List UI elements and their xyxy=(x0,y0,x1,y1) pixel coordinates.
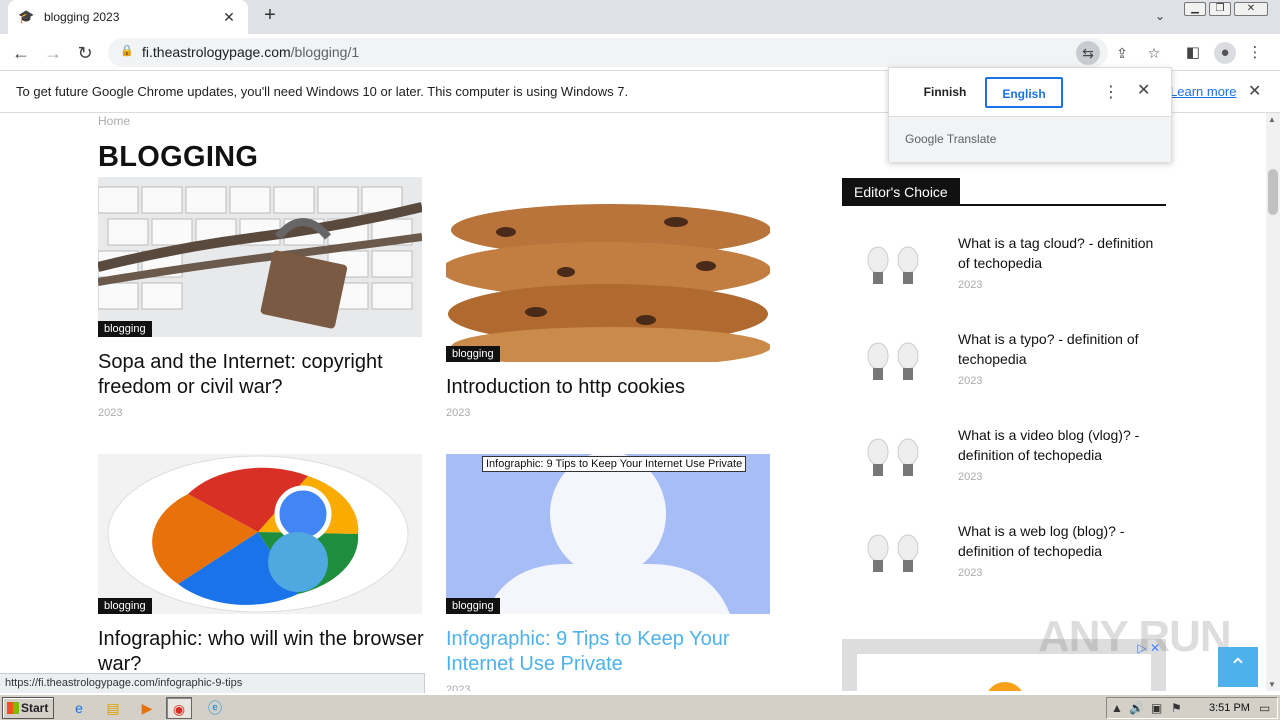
article-title[interactable]: Infographic: who will win the browser wa… xyxy=(98,627,448,677)
category-tag[interactable]: blogging xyxy=(446,346,500,362)
windows-taskbar: Start e ▤ ▶ ◉ ⓔ ▲ 🔊 ▣ ⚑ 3:51 PM ▭ xyxy=(0,694,1280,720)
article-image-keyboard-lock[interactable] xyxy=(98,177,422,337)
taskbar-clock[interactable]: 3:51 PM xyxy=(1209,702,1250,714)
infobar-close-icon[interactable]: ✕ xyxy=(1248,81,1261,101)
infobar-message: To get future Google Chrome updates, you… xyxy=(16,84,629,99)
system-tray: ▲ 🔊 ▣ ⚑ 3:51 PM ▭ xyxy=(1106,697,1278,719)
page-scrollbar[interactable]: ▲ ▼ xyxy=(1266,113,1280,691)
reload-icon[interactable]: ↻ xyxy=(72,40,98,66)
scroll-down-arrow-icon[interactable]: ▼ xyxy=(1268,680,1276,689)
edge-icon[interactable]: ⓔ xyxy=(202,697,228,719)
side-panel-icon[interactable]: ◧ xyxy=(1182,42,1204,64)
translate-options-kebab-icon[interactable]: ⋮ xyxy=(1103,82,1119,102)
address-bar[interactable]: 🔒 fi.theastrologypage.com/blogging/1 ⇆ ⇪… xyxy=(108,38,1160,67)
browser-toolbar: ← → ↻ 🔒 fi.theastrologypage.com/blogging… xyxy=(0,34,1280,71)
google-translate-brand: Google Translate xyxy=(905,132,997,146)
learn-more-link[interactable]: Learn more xyxy=(1170,84,1236,99)
article-date: 2023 xyxy=(446,684,471,691)
back-to-top-button[interactable]: ⌃ xyxy=(1218,647,1258,687)
editors-choice-title[interactable]: What is a typo? - definition of techoped… xyxy=(958,329,1163,369)
minimize-button[interactable]: ▁ xyxy=(1184,2,1206,16)
article-title-hovered[interactable]: Infographic: 9 Tips to Keep Your Interne… xyxy=(446,627,766,677)
translate-close-icon[interactable]: ✕ xyxy=(1137,80,1150,100)
tab-active[interactable]: 🎓 blogging 2023 ✕ xyxy=(8,0,248,34)
article-image-cookies[interactable] xyxy=(446,202,770,362)
maximize-button[interactable]: ❐ xyxy=(1209,2,1231,16)
page-title: BLOGGING xyxy=(98,141,259,173)
lightbulb-thumb-icon[interactable] xyxy=(856,430,946,490)
article-title[interactable]: Sopa and the Internet: copyright freedom… xyxy=(98,350,418,400)
action-center-flag-icon[interactable]: ⚑ xyxy=(1171,701,1182,715)
scroll-up-arrow-icon[interactable]: ▲ xyxy=(1268,115,1276,124)
url-text: fi.theastrologypage.com/blogging/1 xyxy=(142,44,360,60)
translate-icon[interactable]: ⇆ xyxy=(1076,41,1100,65)
file-explorer-icon[interactable]: ▤ xyxy=(100,697,126,719)
lock-icon: 🔒 xyxy=(120,45,134,57)
editors-choice-date: 2023 xyxy=(958,567,983,579)
media-player-icon[interactable]: ▶ xyxy=(134,697,160,719)
forward-arrow-icon[interactable]: → xyxy=(40,40,66,66)
new-tab-button[interactable]: + xyxy=(258,4,282,28)
network-icon[interactable]: ▣ xyxy=(1151,701,1162,715)
article-date: 2023 xyxy=(446,407,471,419)
scroll-thumb[interactable] xyxy=(1268,169,1278,215)
graduation-cap-icon: 🎓 xyxy=(18,9,35,24)
window-close-button[interactable]: ✕ xyxy=(1234,2,1268,16)
back-arrow-icon[interactable]: ← xyxy=(8,40,34,66)
lightbulb-thumb-icon[interactable] xyxy=(856,238,946,298)
link-status-bar: https://fi.theastrologypage.com/infograp… xyxy=(0,673,425,693)
image-tooltip: Infographic: 9 Tips to Keep Your Interne… xyxy=(482,456,747,472)
editors-choice-title[interactable]: What is a video blog (vlog)? - definitio… xyxy=(958,425,1163,465)
lightbulb-thumb-icon[interactable] xyxy=(856,526,946,586)
chrome-taskbar-icon[interactable]: ◉ xyxy=(166,697,192,719)
target-language-tab[interactable]: English xyxy=(985,77,1063,108)
menu-kebab-icon[interactable]: ⋮ xyxy=(1244,42,1266,64)
web-page: Home BLOGGING blogging Sopa and the Inte… xyxy=(0,113,1266,691)
editors-choice-date: 2023 xyxy=(958,471,983,483)
bookmark-star-icon[interactable]: ☆ xyxy=(1142,41,1166,65)
editors-choice-title[interactable]: What is a web log (blog)? - definition o… xyxy=(958,521,1163,561)
show-desktop-icon[interactable]: ▭ xyxy=(1259,701,1270,715)
editors-choice-title[interactable]: What is a tag cloud? - definition of tec… xyxy=(958,233,1163,273)
article-image-browser-pie[interactable] xyxy=(98,454,422,614)
category-tag[interactable]: blogging xyxy=(98,598,152,614)
volume-icon[interactable]: 🔊 xyxy=(1129,701,1144,715)
editors-choice-date: 2023 xyxy=(958,279,983,291)
category-tag[interactable]: blogging xyxy=(446,598,500,614)
profile-avatar-icon[interactable]: ● xyxy=(1214,42,1236,64)
tab-title: blogging 2023 xyxy=(44,10,120,24)
translate-popup: Finnish English ⋮ ✕ Google Translate xyxy=(888,67,1172,162)
source-language-tab[interactable]: Finnish xyxy=(905,77,985,108)
start-button[interactable]: Start xyxy=(2,697,54,719)
editors-choice-date: 2023 xyxy=(958,375,983,387)
category-tag[interactable]: blogging xyxy=(98,321,152,337)
article-title[interactable]: Introduction to http cookies xyxy=(446,375,766,400)
article-date: 2023 xyxy=(98,407,123,419)
editors-choice-header: Editor's Choice xyxy=(842,178,1166,206)
ad-logo-icon xyxy=(985,682,1025,691)
breadcrumb[interactable]: Home xyxy=(98,114,130,128)
tab-strip: 🎓 blogging 2023 ✕ + ⌄ ▁ ❐ ✕ xyxy=(0,0,1280,34)
translate-footer: Google Translate xyxy=(889,116,1171,162)
tray-expand-icon[interactable]: ▲ xyxy=(1111,701,1123,715)
lightbulb-thumb-icon[interactable] xyxy=(856,334,946,394)
tab-search-chevron-icon[interactable]: ⌄ xyxy=(1150,6,1170,26)
anyrun-watermark: ANY RUN xyxy=(1038,612,1232,661)
article-image-placeholder-avatar[interactable] xyxy=(446,454,770,614)
windows-logo-icon xyxy=(7,702,19,714)
tab-close-icon[interactable]: ✕ xyxy=(220,9,238,26)
internet-explorer-icon[interactable]: e xyxy=(66,697,92,719)
share-icon[interactable]: ⇪ xyxy=(1110,41,1134,65)
